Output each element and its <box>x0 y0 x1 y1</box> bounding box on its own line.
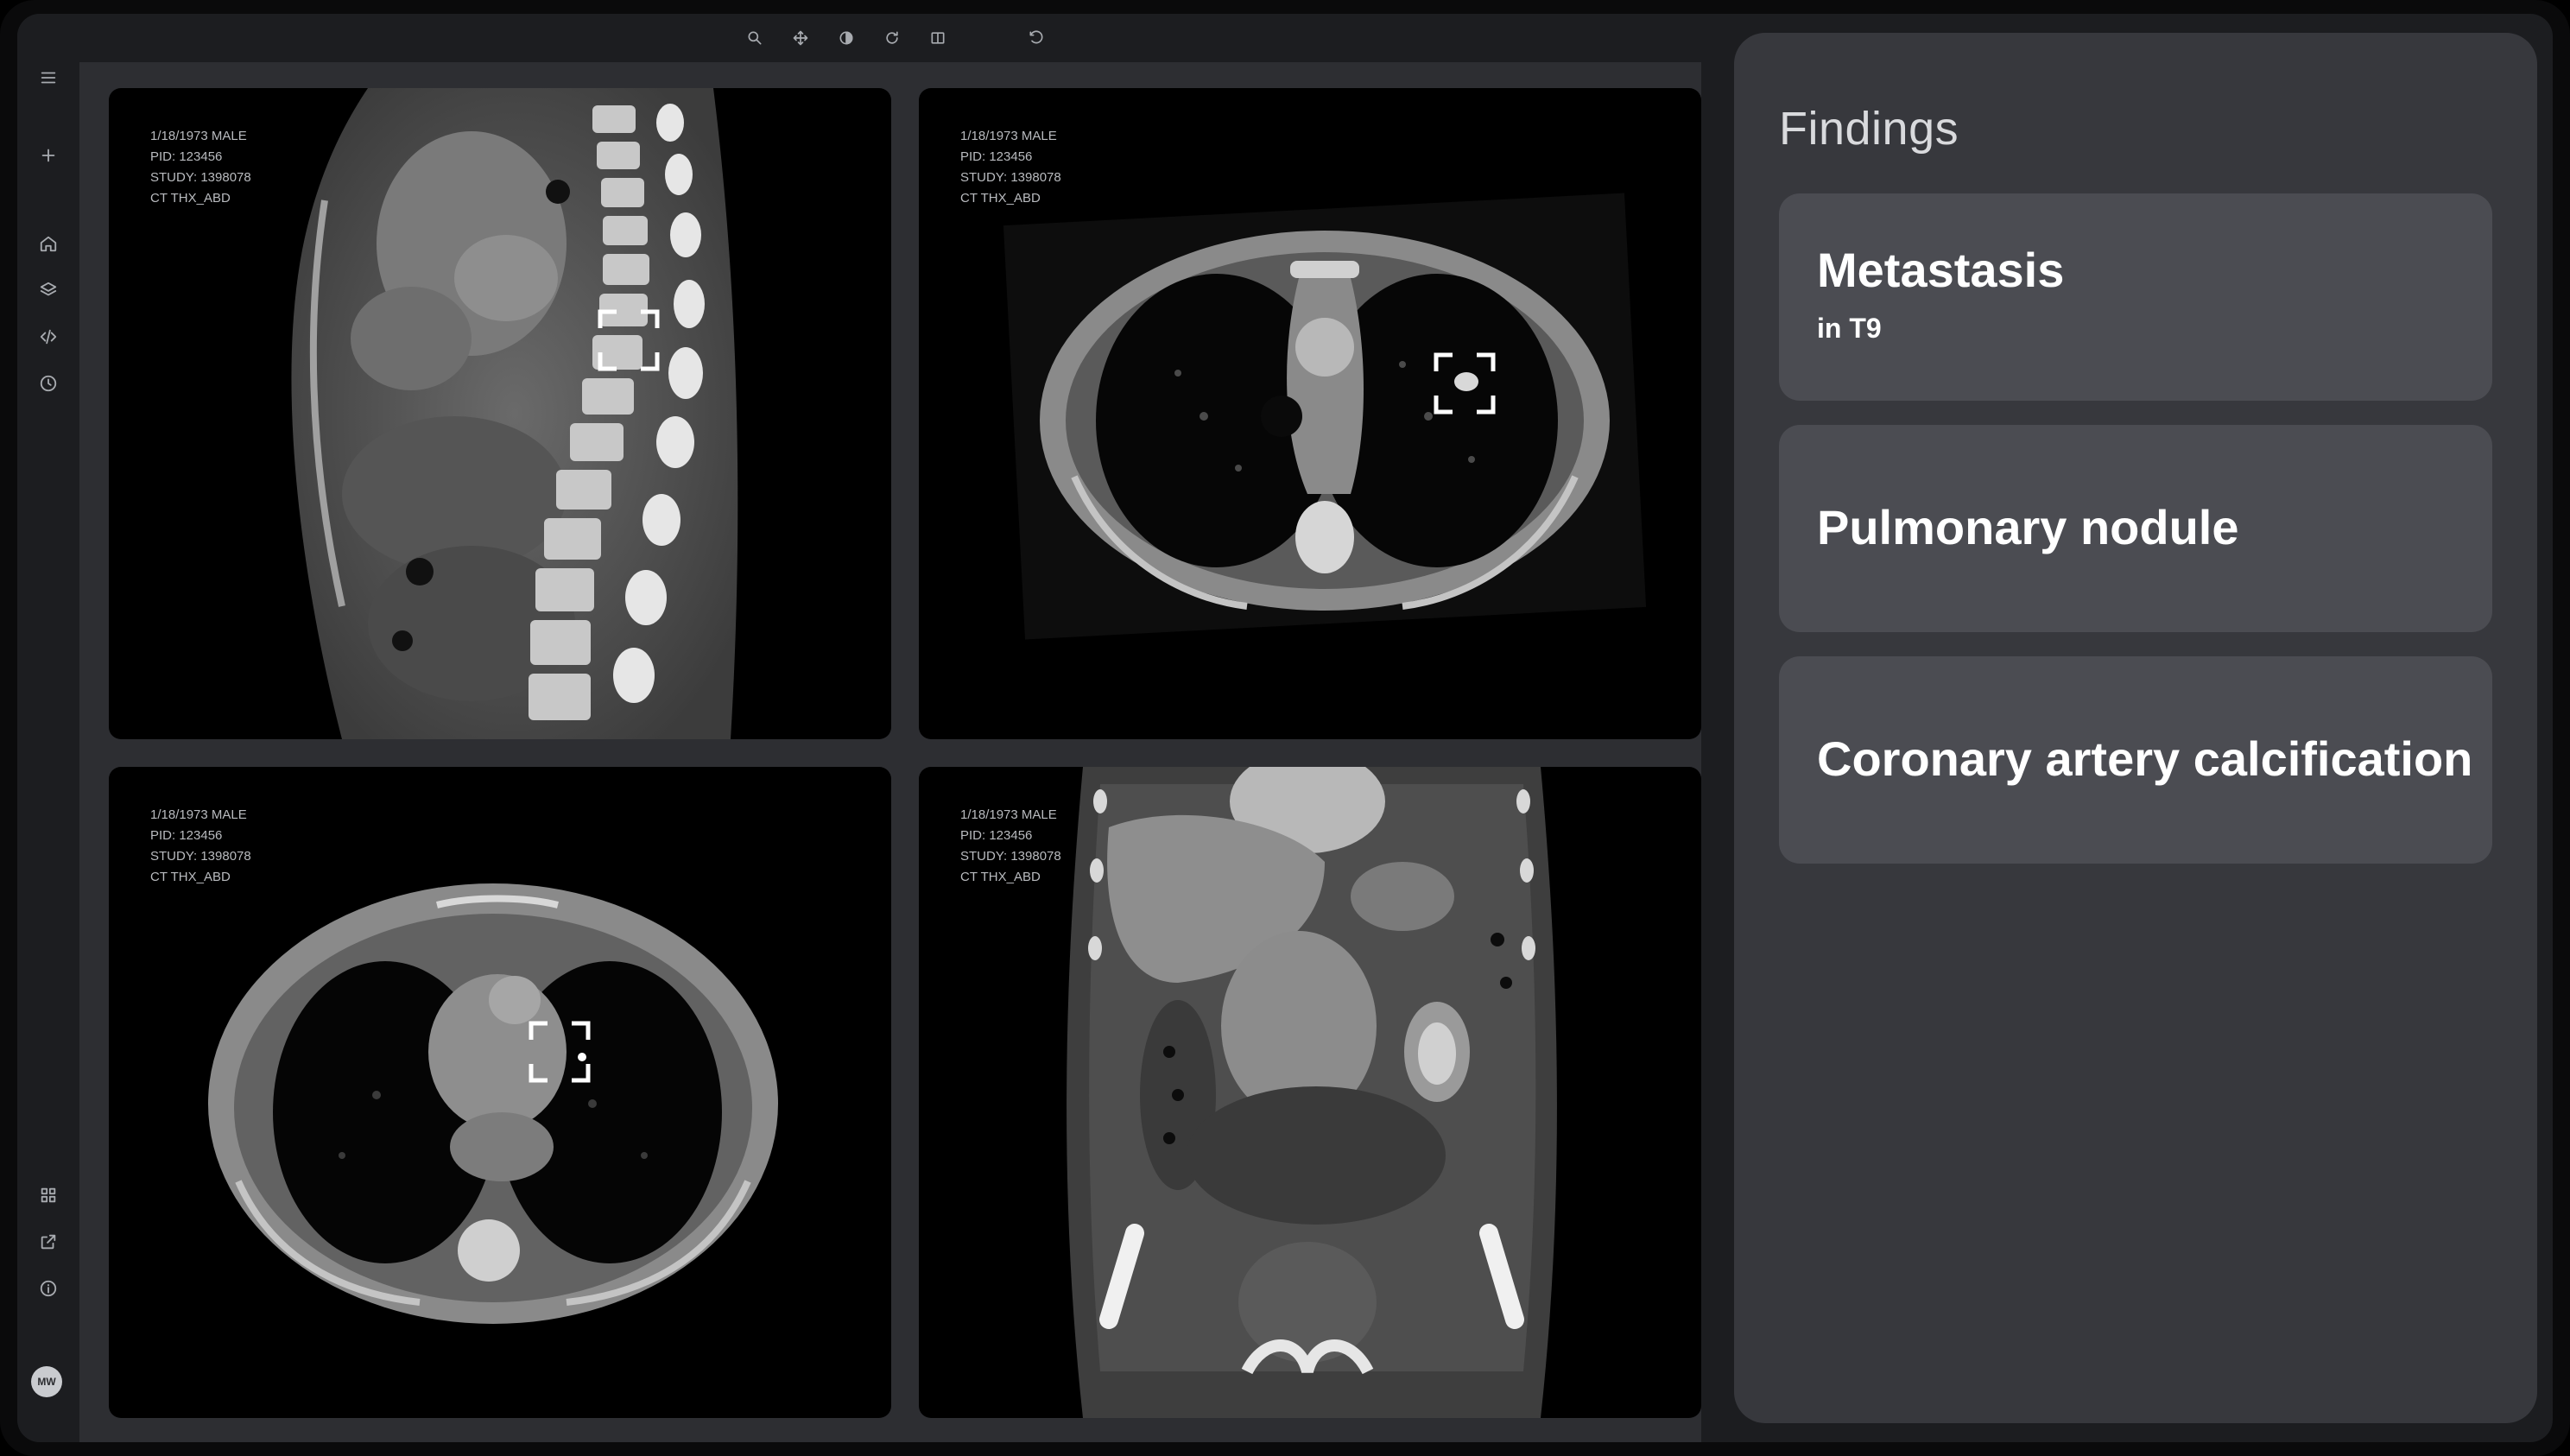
split-view-tool-button[interactable] <box>924 24 952 52</box>
patient-id: PID: 123456 <box>960 828 1033 843</box>
layers-icon <box>40 282 57 296</box>
menu-button[interactable] <box>31 60 66 95</box>
findings-panel: Findings Metastasis in T9 Pulmonary nodu… <box>1734 33 2537 1423</box>
series-name: CT THX_ABD <box>150 870 231 884</box>
history-icon <box>40 375 57 392</box>
finding-title: Coronary artery calcification <box>1817 731 2473 786</box>
user-avatar[interactable]: MW <box>31 1366 62 1397</box>
viewport-axial-heart[interactable]: 1/18/1973 MALE PID: 123456 STUDY: 139807… <box>109 767 891 1418</box>
undo-icon <box>1029 30 1043 44</box>
menu-icon <box>41 72 56 84</box>
patient-id: PID: 123456 <box>150 149 223 164</box>
add-button[interactable] <box>31 138 66 173</box>
study-id: STUDY: 1398078 <box>150 849 251 864</box>
viewport-metadata: 1/18/1973 MALE PID: 123456 STUDY: 139807… <box>150 126 251 209</box>
patient-dob-sex: 1/18/1973 MALE <box>150 129 247 143</box>
finding-title: Pulmonary nodule <box>1817 500 2239 554</box>
study-id: STUDY: 1398078 <box>150 170 251 185</box>
zoom-icon <box>748 31 762 45</box>
contrast-icon <box>839 31 853 45</box>
pan-tool-button[interactable] <box>787 24 814 52</box>
image-viewer: 1/18/1973 MALE PID: 123456 STUDY: 139807… <box>79 62 1701 1442</box>
grid-button[interactable] <box>31 1178 66 1212</box>
patient-id: PID: 123456 <box>960 149 1033 164</box>
app-window: MW 1/18/1973 MALE PID: 123456 STUDY: 139… <box>17 14 2553 1442</box>
finding-card-pulmonary-nodule[interactable]: Pulmonary nodule <box>1779 425 2492 632</box>
viewport-axial-lung[interactable]: 1/18/1973 MALE PID: 123456 STUDY: 139807… <box>919 88 1701 739</box>
pan-icon <box>793 30 808 46</box>
split-view-icon <box>931 32 945 44</box>
study-id: STUDY: 1398078 <box>960 170 1061 185</box>
history-button[interactable] <box>31 366 66 401</box>
grid-icon <box>41 1187 56 1203</box>
device-frame: MW 1/18/1973 MALE PID: 123456 STUDY: 139… <box>0 0 2570 1456</box>
finding-title: Metastasis <box>1817 243 2065 297</box>
finding-card-metastasis[interactable]: Metastasis in T9 <box>1779 193 2492 401</box>
patient-dob-sex: 1/18/1973 MALE <box>150 807 247 822</box>
zoom-tool-button[interactable] <box>741 24 769 52</box>
roi-marker-metastasis[interactable] <box>598 309 660 371</box>
code-icon <box>40 329 57 345</box>
patient-id: PID: 123456 <box>150 828 223 843</box>
rotate-icon <box>886 31 898 44</box>
external-link-button[interactable] <box>31 1225 66 1259</box>
layers-button[interactable] <box>31 273 66 307</box>
viewport-sagittal[interactable]: 1/18/1973 MALE PID: 123456 STUDY: 139807… <box>109 88 891 739</box>
viewport-metadata: 1/18/1973 MALE PID: 123456 STUDY: 139807… <box>960 126 1061 209</box>
home-icon <box>40 236 57 252</box>
add-icon <box>41 149 55 162</box>
info-button[interactable] <box>31 1271 66 1306</box>
left-rail: MW <box>17 14 79 1442</box>
series-name: CT THX_ABD <box>960 870 1041 884</box>
findings-title: Findings <box>1779 103 1959 155</box>
info-icon <box>40 1280 57 1297</box>
code-button[interactable] <box>31 320 66 354</box>
series-name: CT THX_ABD <box>150 191 231 206</box>
rotate-tool-button[interactable] <box>878 24 906 52</box>
viewport-metadata: 1/18/1973 MALE PID: 123456 STUDY: 139807… <box>150 805 251 888</box>
home-button[interactable] <box>31 226 66 261</box>
series-name: CT THX_ABD <box>960 191 1041 206</box>
finding-card-coronary-calcification[interactable]: Coronary artery calcification <box>1779 656 2492 864</box>
viewport-metadata: 1/18/1973 MALE PID: 123456 STUDY: 139807… <box>960 805 1061 888</box>
finding-subtitle: in T9 <box>1817 313 1882 344</box>
patient-dob-sex: 1/18/1973 MALE <box>960 807 1057 822</box>
contrast-tool-button[interactable] <box>832 24 860 52</box>
patient-dob-sex: 1/18/1973 MALE <box>960 129 1057 143</box>
viewport-coronal[interactable]: 1/18/1973 MALE PID: 123456 STUDY: 139807… <box>919 767 1701 1418</box>
roi-marker-pulmonary-nodule[interactable] <box>1434 352 1496 415</box>
roi-marker-coronary-calcification[interactable] <box>529 1021 591 1083</box>
viewer-toolbar <box>79 14 1701 62</box>
study-id: STUDY: 1398078 <box>960 849 1061 864</box>
undo-tool-button[interactable] <box>1022 24 1050 52</box>
external-link-icon <box>41 1234 56 1250</box>
